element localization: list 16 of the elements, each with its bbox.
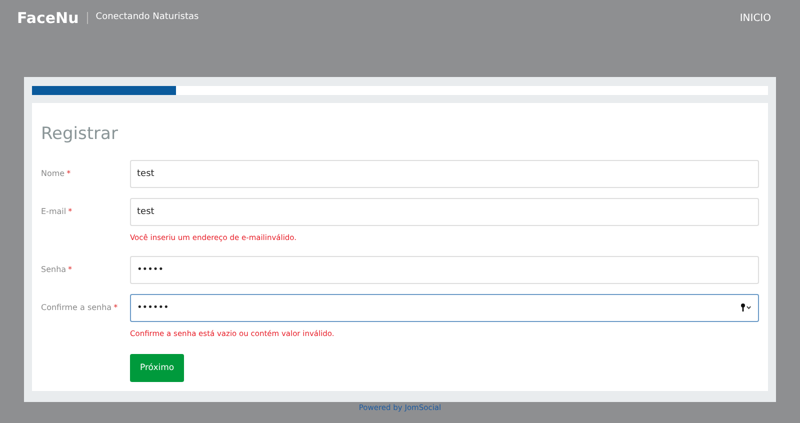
input-field[interactable]: •••••• (130, 294, 759, 322)
required-mark: * (114, 302, 118, 314)
field-label: Senha (41, 264, 66, 276)
required-mark: * (66, 168, 71, 180)
key-dropdown-icon[interactable] (740, 303, 752, 312)
input-field[interactable]: test (130, 198, 759, 226)
next-button[interactable]: Próximo (130, 354, 184, 382)
form-title: Registrar (41, 124, 119, 144)
field-label: Nome (41, 168, 65, 180)
required-mark: * (68, 264, 72, 276)
site-tagline: Conectando Naturistas (96, 11, 199, 24)
field-label: E-mail (41, 206, 66, 218)
input-field[interactable]: test (130, 160, 759, 188)
required-mark: * (68, 206, 72, 218)
field-label: Confirme a senha (41, 302, 112, 314)
input-field[interactable]: ••••• (130, 256, 759, 284)
